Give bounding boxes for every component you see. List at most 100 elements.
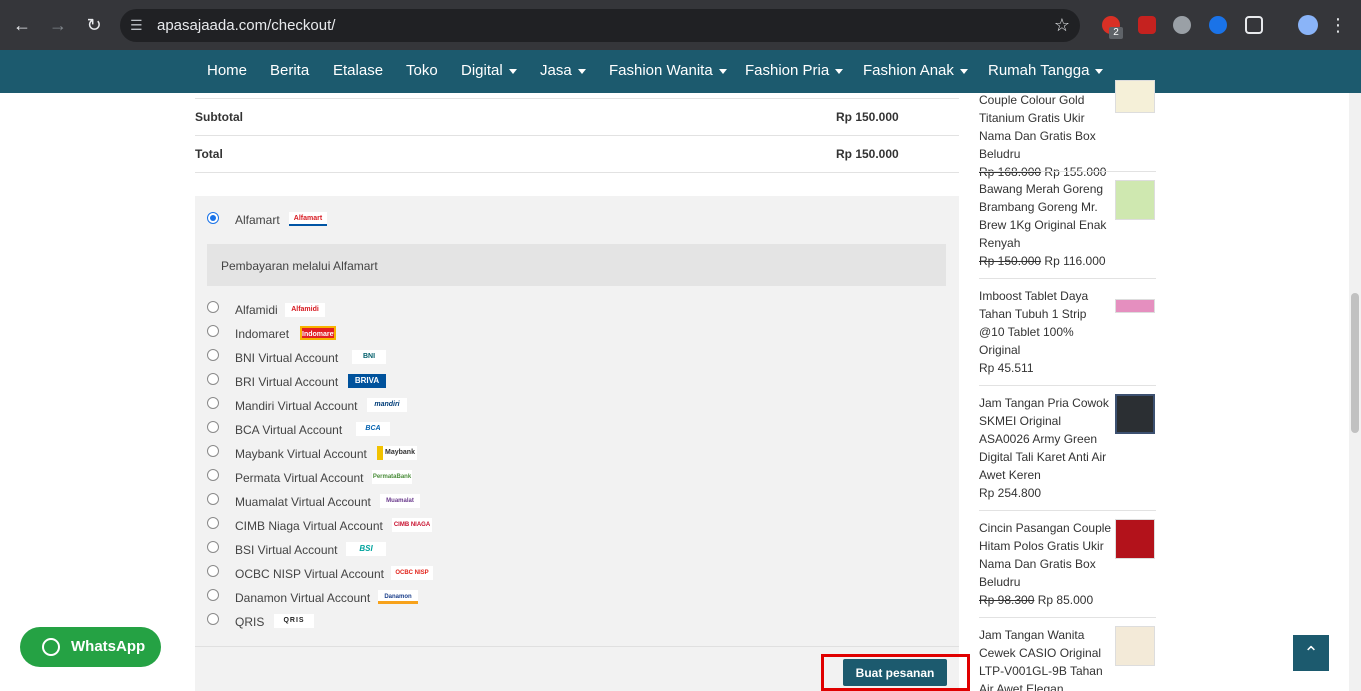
divider — [195, 172, 959, 173]
permata-logo: PermataBank — [372, 470, 412, 484]
scroll-to-top-button[interactable]: ⌃ — [1293, 635, 1329, 671]
place-order-button[interactable]: Buat pesanan — [843, 659, 947, 686]
muamalat-logo: Muamalat — [380, 494, 420, 508]
page-scrollbar[interactable] — [1349, 93, 1361, 691]
payment-radio-danamon[interactable] — [207, 589, 219, 601]
bookmark-star-icon[interactable]: ☆ — [1054, 15, 1070, 36]
payment-label: BRI Virtual Account — [235, 375, 339, 389]
extensions-puzzle-icon[interactable] — [1245, 16, 1263, 34]
payment-radio-ocbc[interactable] — [207, 565, 219, 577]
mandiri-logo: mandiri — [367, 398, 407, 412]
maybank-logo: Maybank — [377, 446, 417, 460]
payment-radio-mandiri[interactable] — [207, 397, 219, 409]
total-value: Rp 150.000 — [836, 147, 899, 161]
divider — [195, 646, 959, 647]
payment-radio-maybank[interactable] — [207, 445, 219, 457]
payment-label: Mandiri Virtual Account — [235, 399, 358, 413]
product-name[interactable]: Cincin Pasangan Couple Hitam Polos Grati… — [979, 519, 1112, 591]
whatsapp-label: WhatsApp — [71, 638, 146, 655]
product-name[interactable]: Bawang Merah Goreng Brambang Goreng Mr. … — [979, 180, 1112, 252]
alfamart-logo: Alfamart — [289, 212, 327, 226]
subtotal-row: Subtotal Rp 150.000 — [195, 110, 959, 124]
payment-radio-bca[interactable] — [207, 421, 219, 433]
extension-badge: 2 — [1109, 27, 1123, 39]
payment-label: Alfamidi — [235, 303, 278, 317]
nav-toko[interactable]: Toko — [406, 62, 438, 79]
whatsapp-icon — [42, 638, 60, 656]
payment-radio-indomaret[interactable] — [207, 325, 219, 337]
chevron-up-icon: ⌃ — [1303, 643, 1319, 663]
browser-toolbar: ← → ↻ ☰ apasajaada.com/checkout/ ☆ 2 ⋮ — [0, 0, 1361, 50]
payment-radio-cimb[interactable] — [207, 517, 219, 529]
product-thumbnail[interactable] — [1115, 180, 1155, 220]
product-thumbnail[interactable] — [1115, 299, 1155, 313]
scrollbar-thumb[interactable] — [1351, 293, 1359, 433]
chevron-down-icon — [508, 68, 517, 74]
nav-digital[interactable]: Digital — [461, 62, 517, 79]
danamon-logo: Danamon — [378, 590, 418, 604]
divider — [979, 171, 1156, 172]
product-thumbnail[interactable] — [1115, 80, 1155, 113]
payment-label: OCBC NISP Virtual Account — [235, 567, 384, 581]
site-navigation: Home Berita Etalase Toko Digital Jasa Fa… — [0, 50, 1361, 93]
nav-fashion-pria[interactable]: Fashion Pria — [745, 62, 844, 79]
profile-avatar[interactable] — [1298, 15, 1318, 35]
bri-logo: BRIVA — [348, 374, 386, 388]
globe-icon[interactable] — [1173, 16, 1191, 34]
forward-icon[interactable]: → — [47, 14, 69, 36]
nav-etalase[interactable]: Etalase — [333, 62, 383, 79]
qris-logo: QRIS — [274, 614, 314, 628]
payment-methods: Alfamart Alfamart Pembayaran melalui Alf… — [195, 196, 959, 691]
product-price: Rp 168.000 Rp 155.000 — [979, 165, 1107, 179]
payment-radio-bni[interactable] — [207, 349, 219, 361]
chevron-down-icon — [577, 68, 586, 74]
divider — [979, 385, 1156, 386]
payment-radio-bsi[interactable] — [207, 541, 219, 553]
payment-label: Danamon Virtual Account — [235, 591, 371, 605]
payment-radio-alfamart[interactable] — [207, 212, 219, 224]
nav-rumah-tangga[interactable]: Rumah Tangga — [988, 62, 1104, 79]
url-text: apasajaada.com/checkout/ — [157, 17, 336, 34]
back-icon[interactable]: ← — [11, 14, 33, 36]
payment-label: QRIS — [235, 615, 265, 629]
reload-icon[interactable]: ↻ — [83, 14, 105, 36]
payment-label: CIMB Niaga Virtual Account — [235, 519, 383, 533]
sidebar-product-1[interactable]: Bawang Merah Goreng Brambang Goreng Mr. … — [979, 180, 1156, 270]
payment-radio-muamalat[interactable] — [207, 493, 219, 505]
sidebar-product-0[interactable]: Couple Colour Gold Titanium Gratis Ukir … — [979, 80, 1156, 181]
extension-icon-video[interactable] — [1138, 16, 1156, 34]
product-name[interactable]: Couple Colour Gold Titanium Gratis Ukir … — [979, 91, 1112, 163]
product-thumbnail[interactable] — [1115, 519, 1155, 559]
sidebar-product-5[interactable]: Jam Tangan Wanita Cewek CASIO Original L… — [979, 626, 1156, 691]
address-bar[interactable]: ☰ apasajaada.com/checkout/ ☆ — [120, 9, 1080, 42]
product-price: Rp 45.511 — [979, 361, 1034, 375]
nav-home[interactable]: Home — [207, 62, 247, 79]
sidebar-product-4[interactable]: Cincin Pasangan Couple Hitam Polos Grati… — [979, 519, 1156, 609]
sidebar-product-3[interactable]: Jam Tangan Pria Cowok SKMEI Original ASA… — [979, 394, 1156, 502]
divider — [979, 617, 1156, 618]
payment-label: BNI Virtual Account — [235, 351, 339, 365]
product-thumbnail[interactable] — [1115, 626, 1155, 666]
divider — [979, 510, 1156, 511]
divider — [195, 135, 959, 136]
payment-radio-bri[interactable] — [207, 373, 219, 385]
nav-fashion-anak[interactable]: Fashion Anak — [863, 62, 968, 79]
payment-label: Permata Virtual Account — [235, 471, 364, 485]
nav-jasa[interactable]: Jasa — [540, 62, 586, 79]
product-name[interactable]: Imboost Tablet Daya Tahan Tubuh 1 Strip … — [979, 287, 1112, 359]
site-info-icon[interactable]: ☰ — [130, 17, 146, 33]
product-thumbnail[interactable] — [1115, 394, 1155, 434]
browser-menu-icon[interactable]: ⋮ — [1327, 14, 1349, 36]
product-old-price: Rp 98.300 — [979, 593, 1035, 607]
payment-radio-permata[interactable] — [207, 469, 219, 481]
payment-label: BCA Virtual Account — [235, 423, 343, 437]
payment-radio-qris[interactable] — [207, 613, 219, 625]
nav-fashion-wanita[interactable]: Fashion Wanita — [609, 62, 727, 79]
payment-radio-alfamidi[interactable] — [207, 301, 219, 313]
extension-icon-check[interactable] — [1209, 16, 1227, 34]
nav-berita[interactable]: Berita — [270, 62, 309, 79]
sidebar-product-2[interactable]: Imboost Tablet Daya Tahan Tubuh 1 Strip … — [979, 287, 1156, 377]
whatsapp-button[interactable]: WhatsApp — [20, 627, 161, 667]
product-name[interactable]: Jam Tangan Pria Cowok SKMEI Original ASA… — [979, 394, 1112, 484]
product-name[interactable]: Jam Tangan Wanita Cewek CASIO Original L… — [979, 626, 1112, 691]
